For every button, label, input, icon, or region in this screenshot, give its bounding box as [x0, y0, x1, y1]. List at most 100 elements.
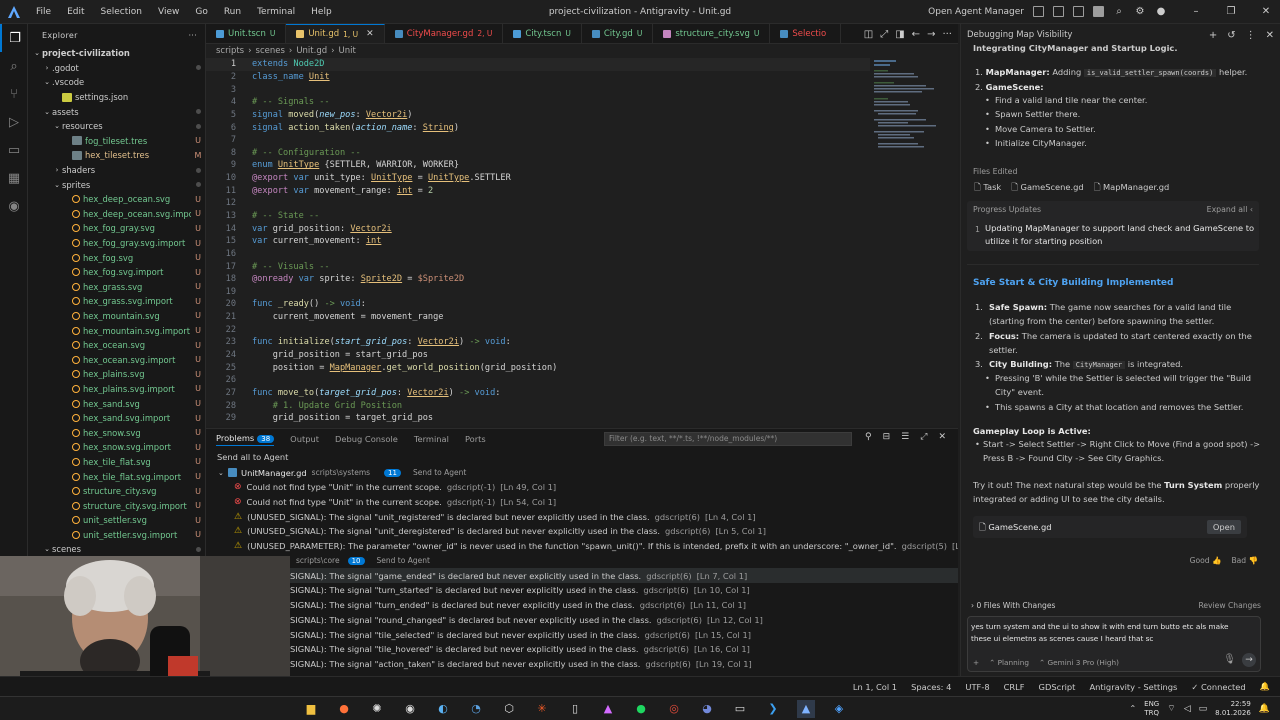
layout-secondary-icon[interactable] [1093, 6, 1104, 17]
godot-icon[interactable]: ◉ [0, 192, 28, 220]
problem-row[interactable]: ⚠ (UNUSED_PARAMETER): The parameter "owne… [234, 539, 958, 554]
bad-feedback-button[interactable]: Bad 👎 [1231, 554, 1258, 568]
settings-gear-icon[interactable]: ⚙ [1134, 6, 1146, 17]
open-agent-manager-button[interactable]: Open Agent Manager [928, 7, 1024, 17]
layout-panel-icon[interactable] [1073, 6, 1084, 17]
more-actions-icon[interactable]: ··· [188, 31, 197, 40]
bell-icon[interactable]: 🔔 [1260, 681, 1270, 692]
tab-unit-gd[interactable]: Unit.gd 1, U ✕ [286, 24, 385, 43]
layout-sidebar-icon[interactable] [1033, 6, 1044, 17]
tree-item[interactable]: hex_tile_flat.svg U [28, 455, 205, 470]
tab-selectio[interactable]: Selectio [770, 24, 842, 43]
remote-explorer-icon[interactable]: ▭ [0, 136, 28, 164]
source-control-icon[interactable]: ⑂ [0, 80, 28, 108]
claude-icon[interactable]: ✳ [533, 700, 551, 718]
problems-group-header-core[interactable]: scripts\core 10 Send to Agent [206, 553, 958, 568]
good-feedback-button[interactable]: Good 👍 [1190, 554, 1222, 568]
more-actions-icon[interactable]: ··· [942, 29, 952, 40]
tree-item[interactable]: hex_fog.svg U [28, 250, 205, 265]
search-icon[interactable]: ⌕ [1113, 6, 1125, 17]
tree-item[interactable]: hex_plains.svg U [28, 367, 205, 382]
status-item[interactable]: CRLF [1004, 682, 1025, 692]
tree-item[interactable]: hex_fog_gray.svg.import U [28, 236, 205, 251]
code-editor[interactable]: 1 extends Node2D 2 class_name Unit 3 4 # -- Si… [206, 58, 958, 426]
planning-mode-button[interactable]: ⌃ Planning [989, 656, 1029, 670]
tree-item[interactable]: hex_tileset.tres M [28, 148, 205, 163]
tree-item[interactable]: hex_fog.svg.import U [28, 265, 205, 280]
language-indicator[interactable]: ENG TRQ [1144, 700, 1159, 718]
tree-item[interactable]: ⌄ scenes [28, 542, 205, 557]
battery-icon[interactable]: ▭ [1199, 704, 1208, 714]
problem-row[interactable]: ⚠ (UNUSED_SIGNAL): The signal "unit_dereg… [234, 524, 958, 539]
tree-item[interactable]: hex_plains.svg.import U [28, 382, 205, 397]
status-item[interactable]: ✓ Connected [1191, 682, 1245, 692]
tree-item[interactable]: hex_ocean.svg U [28, 338, 205, 353]
edited-file-chip[interactable]: 🗋 Task [974, 180, 1001, 194]
figma-icon[interactable]: ▲ [599, 700, 617, 718]
tree-item[interactable]: hex_grass.svg.import U [28, 294, 205, 309]
account-icon[interactable]: ● [1155, 6, 1167, 17]
network-icon[interactable]: ⌔ [1167, 703, 1175, 714]
chatgpt-icon[interactable]: ✺ [368, 700, 386, 718]
files-with-changes[interactable]: › 0 Files With Changes [971, 599, 1055, 613]
send-to-agent-button[interactable]: Send to Agent [377, 556, 430, 565]
tree-item[interactable]: settings.json [28, 90, 205, 105]
view-as-list-icon[interactable]: ☰ [901, 432, 909, 442]
expand-all-button[interactable]: Expand all ‹ [1207, 203, 1253, 217]
notification-icon[interactable]: 🔔 [1259, 704, 1270, 714]
tree-item[interactable]: fog_tileset.tres U [28, 134, 205, 149]
github-icon[interactable]: ◉ [401, 700, 419, 718]
problem-row[interactable]: ⚠ (UNUSED_SIGNAL): The signal "unit_regis… [234, 509, 958, 524]
problem-row[interactable]: SIGNAL): The signal "turn_started" is de… [290, 583, 958, 598]
tree-item[interactable]: unit_settler.svg.import U [28, 528, 205, 543]
problem-row[interactable]: SIGNAL): The signal "tile_selected" is d… [290, 627, 958, 642]
tree-item[interactable]: ⌄ assets [28, 104, 205, 119]
tab-structure-city-svg[interactable]: structure_city.svg U [653, 24, 771, 43]
volume-icon[interactable]: ◁ [1184, 704, 1191, 714]
menu-item-view[interactable]: View [150, 7, 187, 17]
tree-item[interactable]: ⌄ sprites [28, 177, 205, 192]
tree-item[interactable]: hex_grass.svg U [28, 280, 205, 295]
tab-citymanager-gd[interactable]: CityManager.gd 2, U [385, 24, 504, 43]
layout-split-icon[interactable] [1053, 6, 1064, 17]
breadcrumb-item[interactable]: Unit.gd [296, 46, 327, 56]
tree-item[interactable]: hex_sand.svg U [28, 396, 205, 411]
status-item[interactable]: UTF-8 [965, 682, 989, 692]
discord-icon[interactable]: ◕ [698, 700, 716, 718]
tab-unit-tscn[interactable]: Unit.tscn U [206, 24, 287, 43]
breadcrumb-item[interactable]: scenes [256, 46, 285, 56]
menu-item-help[interactable]: Help [303, 7, 340, 17]
panel-tab-terminal[interactable]: Terminal [414, 434, 449, 444]
maximize-icon[interactable]: ❐ [1225, 6, 1237, 17]
menu-item-file[interactable]: File [28, 7, 59, 17]
collapse-all-icon[interactable]: ⊟ [883, 432, 891, 442]
tree-item[interactable]: hex_deep_ocean.svg.import U [28, 207, 205, 222]
panel-tab-output[interactable]: Output [290, 434, 319, 444]
tree-item[interactable]: structure_city.svg U [28, 484, 205, 499]
tree-item[interactable]: hex_mountain.svg.import U [28, 323, 205, 338]
file-card[interactable]: 🗋 GameScene.gd Open [973, 516, 1247, 538]
antigravity-icon[interactable]: ▲ [797, 699, 815, 718]
notepad-icon[interactable]: ▯ [566, 700, 584, 718]
panel-tab-ports[interactable]: Ports [465, 434, 486, 444]
menu-item-run[interactable]: Run [216, 7, 249, 17]
close-panel-icon[interactable]: ✕ [1266, 30, 1274, 41]
menu-item-edit[interactable]: Edit [59, 7, 92, 17]
panel-tab-problems[interactable]: Problems 38 [216, 433, 275, 446]
tree-item[interactable]: › .godot [28, 61, 205, 76]
tree-item[interactable]: › shaders [28, 163, 205, 178]
history-icon[interactable]: ↺ [1227, 30, 1235, 41]
run-debug-icon[interactable]: ▷ [0, 108, 28, 136]
vscode-icon[interactable]: ❯ [764, 700, 782, 718]
model-select[interactable]: ⌃ Gemini 3 Pro (High) [1039, 656, 1119, 670]
app-icon[interactable]: ◈ [830, 700, 848, 718]
microphone-icon[interactable]: 🎙 [1223, 654, 1236, 665]
problem-row[interactable]: SIGNAL): The signal "game_ended" is decl… [290, 568, 958, 584]
steam-icon[interactable]: ◔ [467, 700, 485, 718]
status-item[interactable]: Ln 1, Col 1 [853, 682, 897, 692]
breadcrumb-item[interactable]: scripts [216, 46, 244, 56]
tree-item[interactable]: hex_ocean.svg.import U [28, 352, 205, 367]
minimap[interactable] [870, 58, 958, 426]
menu-item-terminal[interactable]: Terminal [249, 7, 303, 17]
spotify-icon[interactable]: ● [632, 700, 650, 718]
